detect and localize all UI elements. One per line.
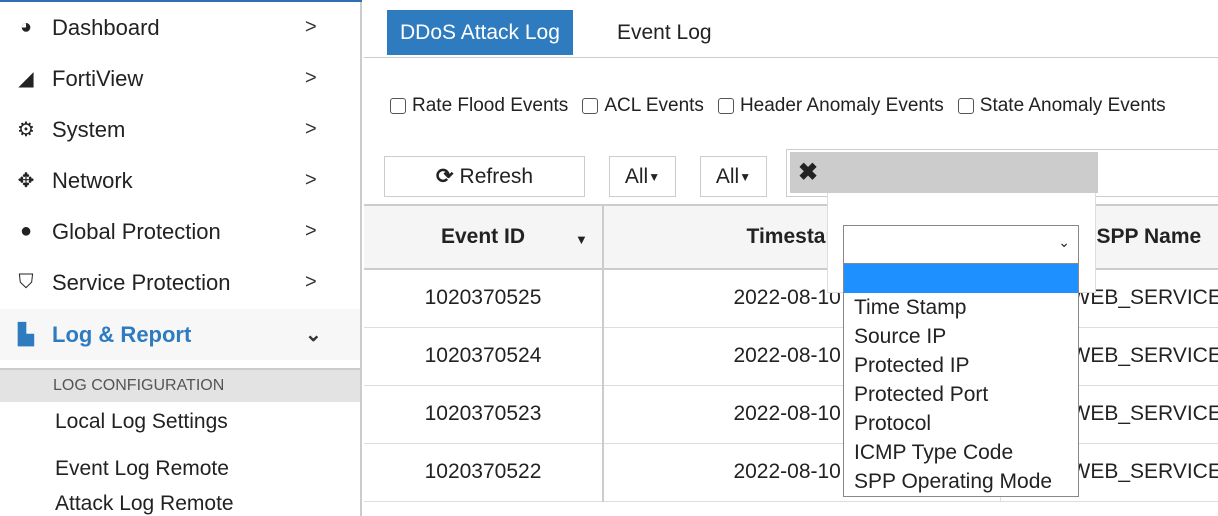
checkbox-header-anomaly[interactable]: Header Anomaly Events (717, 95, 944, 117)
globe-icon: ● (19, 220, 33, 242)
chevron-right-icon: > (305, 220, 317, 242)
table-row[interactable]: 1020370523 2022-08-10 07 WEB_SERVICE (364, 385, 1218, 444)
option-icmp-type-code[interactable]: ICMP Type Code (844, 438, 1078, 467)
checkbox-label: ACL Events (604, 95, 704, 116)
checkbox-label: Header Anomaly Events (739, 95, 944, 116)
checkbox-state-anomaly[interactable]: State Anomaly Events (957, 95, 1166, 117)
tab-ddos-attack-log[interactable]: DDoS Attack Log (387, 10, 573, 55)
chevron-down-icon: ⌄ (305, 324, 322, 346)
sort-desc-icon: ▼ (575, 232, 588, 247)
shield-icon: ⛉ (18, 271, 34, 293)
tab-event-log[interactable]: Event Log (604, 10, 725, 55)
chevron-down-icon: ⌄ (1058, 234, 1070, 250)
close-icon[interactable]: ✖ (798, 159, 818, 186)
filter-token: ✖ (790, 152, 1098, 193)
option-spp-operating-mode[interactable]: SPP Operating Mode (844, 467, 1078, 496)
move-icon: ✥ (17, 170, 35, 192)
caret-down-icon: ▼ (739, 169, 752, 184)
sidebar-item-dashboard[interactable]: ◕ Dashboard > (0, 2, 360, 53)
sidebar-item-fortiview[interactable]: ◢ FortiView > (0, 53, 360, 104)
sidebar-subitem-local-log-settings[interactable]: Local Log Settings (55, 410, 228, 434)
chevron-right-icon: > (305, 16, 317, 38)
dashboard-icon: ◕ (19, 16, 33, 38)
sidebar: ◕ Dashboard > ◢ FortiView > ⚙ System > ✥ Networ… (0, 2, 362, 516)
bar-chart-icon: ▙ (18, 324, 34, 346)
chevron-right-icon: > (305, 271, 317, 293)
filter-dropdown-1[interactable]: All ▼ (609, 156, 676, 197)
section-log-configuration: LOG CONFIGURATION (0, 368, 360, 402)
area-chart-icon: ◢ (18, 68, 34, 90)
checkbox[interactable] (390, 98, 406, 114)
caret-down-icon: ▼ (648, 169, 661, 184)
checkbox-acl[interactable]: ACL Events (582, 95, 704, 117)
checkbox-label: Rate Flood Events (412, 95, 569, 116)
chevron-right-icon: > (305, 118, 317, 140)
option-time-stamp[interactable]: Time Stamp (844, 293, 1078, 322)
filter-field-select[interactable]: ⌄ (843, 225, 1079, 264)
chevron-right-icon: > (305, 169, 317, 191)
sidebar-item-system[interactable]: ⚙ System > (0, 104, 360, 155)
checkbox-rate-flood[interactable]: Rate Flood Events (390, 95, 568, 117)
sidebar-item-service-protection[interactable]: ⛉ Service Protection > (0, 257, 360, 308)
tab-bar: DDoS Attack Log Event Log (364, 0, 1218, 58)
option-source-ip[interactable]: Source IP (844, 322, 1078, 351)
checkbox-label: State Anomaly Events (979, 95, 1166, 116)
checkbox[interactable] (957, 98, 974, 114)
gear-icon: ⚙ (17, 119, 35, 141)
refresh-icon: ⟳ (435, 165, 454, 188)
event-type-filters: Rate Flood Events ACL Events Header Anom… (390, 95, 1214, 117)
table-row[interactable]: 1020370524 2022-08-10 07 WEB_SERVICE (364, 327, 1218, 386)
filter-dropdown-2[interactable]: All ▼ (700, 156, 767, 197)
main-content: DDoS Attack Log Event Log Rate Flood Eve… (364, 0, 1218, 516)
checkbox[interactable] (717, 98, 734, 114)
refresh-button[interactable]: ⟳ Refresh (384, 156, 585, 197)
sidebar-item-global-protection[interactable]: ● Global Protection > (0, 206, 360, 257)
table-row[interactable]: 1020370522 2022-08-10 07 WEB_SERVICE (364, 443, 1218, 502)
filter-field-options: Time Stamp Source IP Protected IP Protec… (843, 263, 1079, 497)
option-protected-ip[interactable]: Protected IP (844, 351, 1078, 380)
sidebar-item-log-report[interactable]: ▙ Log & Report ⌄ (0, 309, 360, 360)
sidebar-item-network[interactable]: ✥ Network > (0, 155, 360, 206)
column-header-event-id[interactable]: Event ID ▼ (364, 204, 604, 270)
sidebar-subitem-event-log-remote[interactable]: Event Log Remote (55, 457, 229, 481)
option-protected-port[interactable]: Protected Port (844, 380, 1078, 409)
sidebar-subitem-attack-log-remote[interactable]: Attack Log Remote (55, 492, 234, 516)
option-protocol[interactable]: Protocol (844, 409, 1078, 438)
checkbox[interactable] (582, 98, 599, 114)
option-empty[interactable] (844, 264, 1078, 293)
chevron-right-icon: > (305, 67, 317, 89)
